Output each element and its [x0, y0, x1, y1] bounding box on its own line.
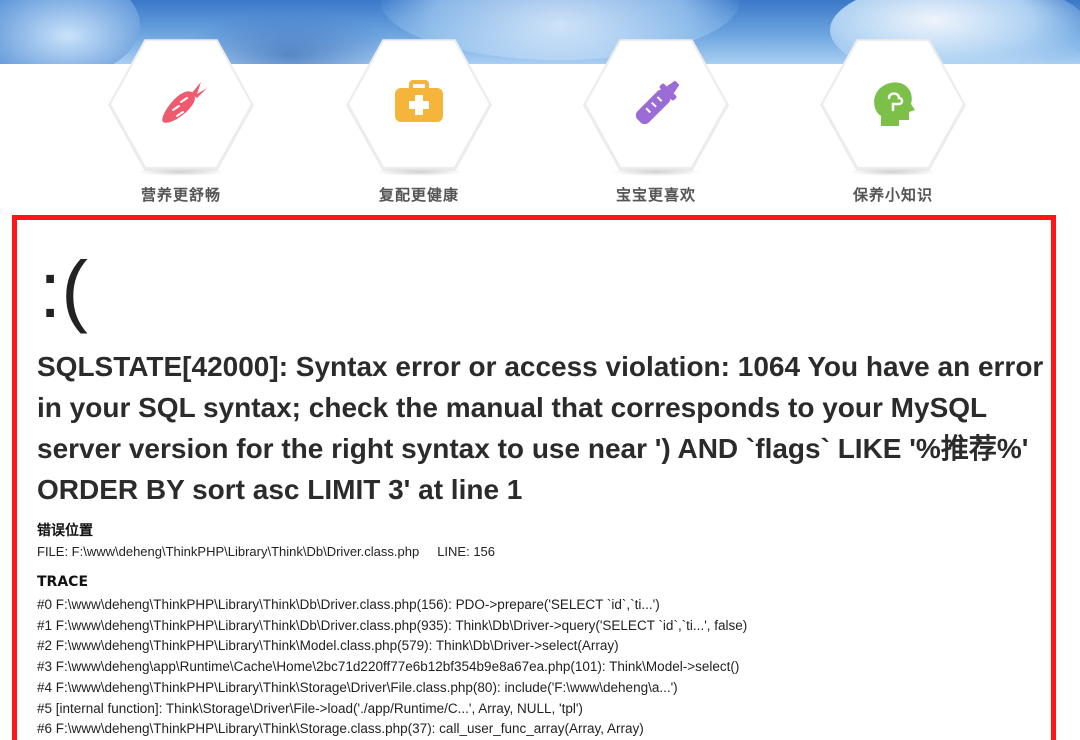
- feature-tile-knowledge[interactable]: 保养小知识: [818, 34, 968, 209]
- baby-bottle-icon: [626, 74, 686, 134]
- feature-label: 宝宝更喜欢: [615, 186, 696, 204]
- feature-label: 复配更健康: [378, 186, 459, 204]
- trace-list: #0 F:\www\deheng\ThinkPHP\Library\Think\…: [37, 595, 1047, 740]
- carrot-icon: [151, 74, 211, 134]
- trace-title: TRACE: [37, 574, 89, 590]
- trace-row: #1 F:\www\deheng\ThinkPHP\Library\Think\…: [37, 617, 748, 633]
- trace-row: #3 F:\www\deheng\app\Runtime\Cache\Home\…: [37, 659, 740, 675]
- error-message: SQLSTATE[42000]: Syntax error or access …: [37, 351, 1044, 505]
- feature-row: 营养更舒畅 复配更健康 宝宝更喜欢 保养小知识: [0, 34, 1080, 214]
- feature-tile-health[interactable]: 复配更健康: [344, 34, 494, 209]
- error-file: FILE: F:\www\deheng\ThinkPHP\Library\Thi…: [37, 544, 420, 559]
- trace-row: #6 F:\www\deheng\ThinkPHP\Library\Think\…: [37, 721, 644, 737]
- error-file-line: FILE: F:\www\deheng\ThinkPHP\Library\Thi…: [37, 544, 495, 559]
- trace-row: #4 F:\www\deheng\ThinkPHP\Library\Think\…: [37, 679, 678, 695]
- first-aid-kit-icon: [389, 74, 449, 134]
- error-line: LINE: 156: [437, 544, 496, 559]
- brain-head-icon: [863, 74, 923, 134]
- trace-row: #2 F:\www\deheng\ThinkPHP\Library\Think\…: [37, 638, 619, 654]
- feature-tile-nutrition[interactable]: 营养更舒畅: [106, 34, 256, 209]
- trace-row: #0 F:\www\deheng\ThinkPHP\Library\Think\…: [37, 597, 660, 612]
- feature-tile-baby[interactable]: 宝宝更喜欢: [581, 34, 731, 209]
- feature-label: 保养小知识: [852, 186, 933, 204]
- trace-row: #5 [internal function]: Think\Storage\Dr…: [37, 700, 583, 716]
- error-location-title: 错误位置: [37, 523, 93, 539]
- error-panel: :( SQLSTATE[42000]: Syntax error or acce…: [12, 215, 1056, 740]
- sad-face: :(: [39, 245, 88, 334]
- feature-label: 营养更舒畅: [140, 186, 221, 204]
